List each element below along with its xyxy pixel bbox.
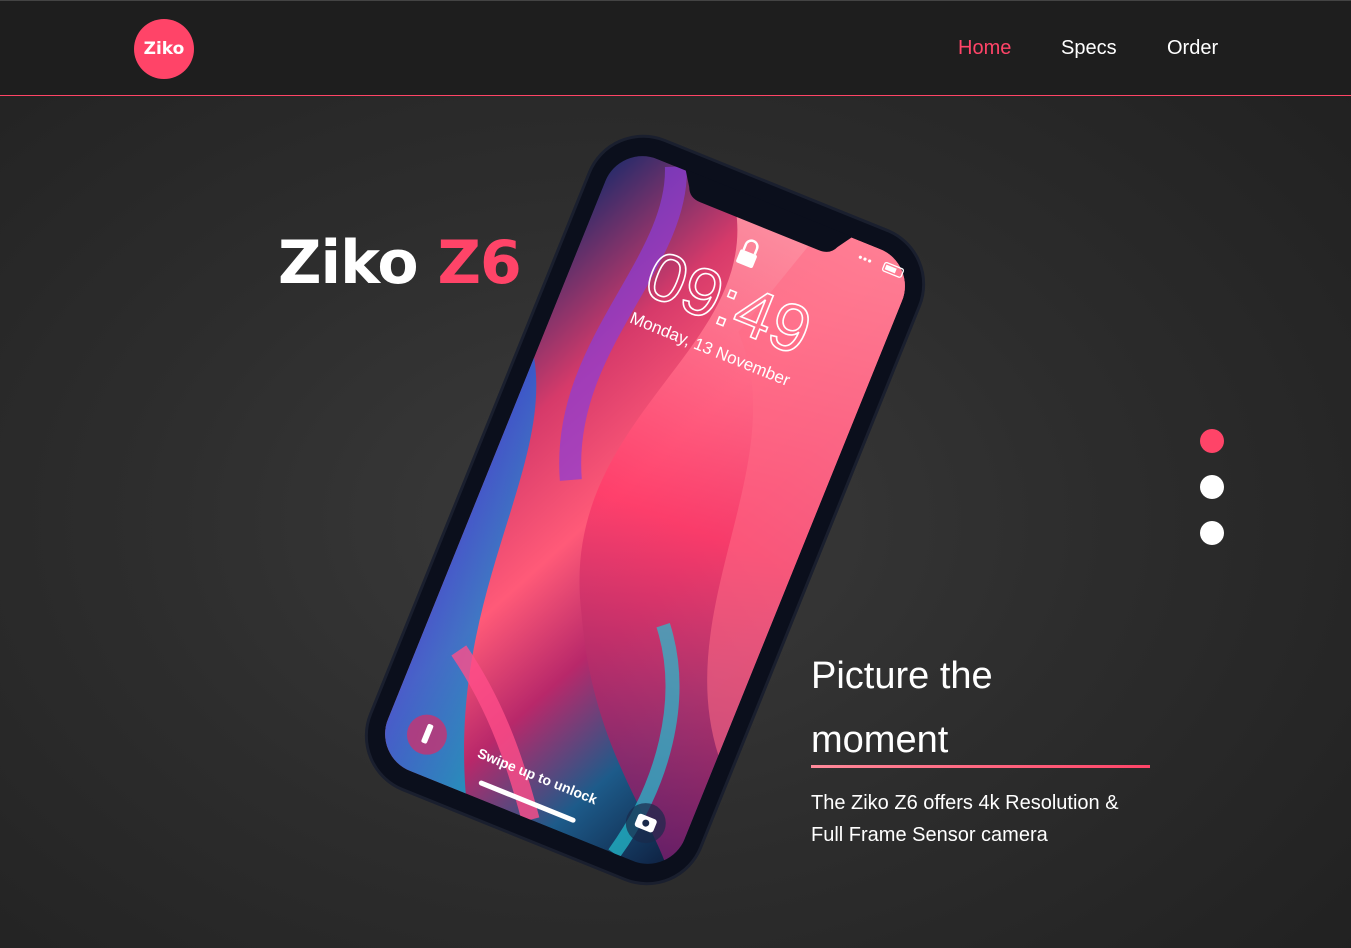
hero-tagline: Picture the moment xyxy=(811,655,993,761)
slider-dot-2[interactable] xyxy=(1200,475,1224,499)
brand-name: Ziko xyxy=(278,228,419,298)
product-title: Ziko Z6 xyxy=(278,228,522,298)
home-indicator[interactable] xyxy=(478,780,576,824)
flashlight-icon[interactable] xyxy=(401,709,453,761)
model-name: Z6 xyxy=(437,228,521,298)
nav-order-link[interactable]: Order xyxy=(1167,37,1218,60)
top-navbar: Ziko Home Specs Order xyxy=(0,0,1351,96)
tagline-underline xyxy=(811,765,1150,768)
brand-logo[interactable]: Ziko xyxy=(134,19,194,79)
lockscreen-date: Monday, 13 November xyxy=(627,308,793,390)
unlock-hint: Swipe up to unlock xyxy=(475,745,599,808)
hero-description: The Ziko Z6 offers 4k Resolution & Full … xyxy=(811,792,1119,846)
nav-specs-link[interactable]: Specs xyxy=(1061,37,1117,60)
nav-home-link[interactable]: Home xyxy=(958,37,1011,60)
lockscreen-time: 09:49 xyxy=(635,236,821,370)
camera-icon[interactable] xyxy=(620,797,672,849)
lock-icon xyxy=(736,239,759,268)
phone-image: 09:49 Monday, 13 November Swipe up to un… xyxy=(364,134,926,886)
slider-dot-3[interactable] xyxy=(1200,521,1224,545)
slider-dot-1[interactable] xyxy=(1200,429,1224,453)
status-icons xyxy=(858,255,904,278)
